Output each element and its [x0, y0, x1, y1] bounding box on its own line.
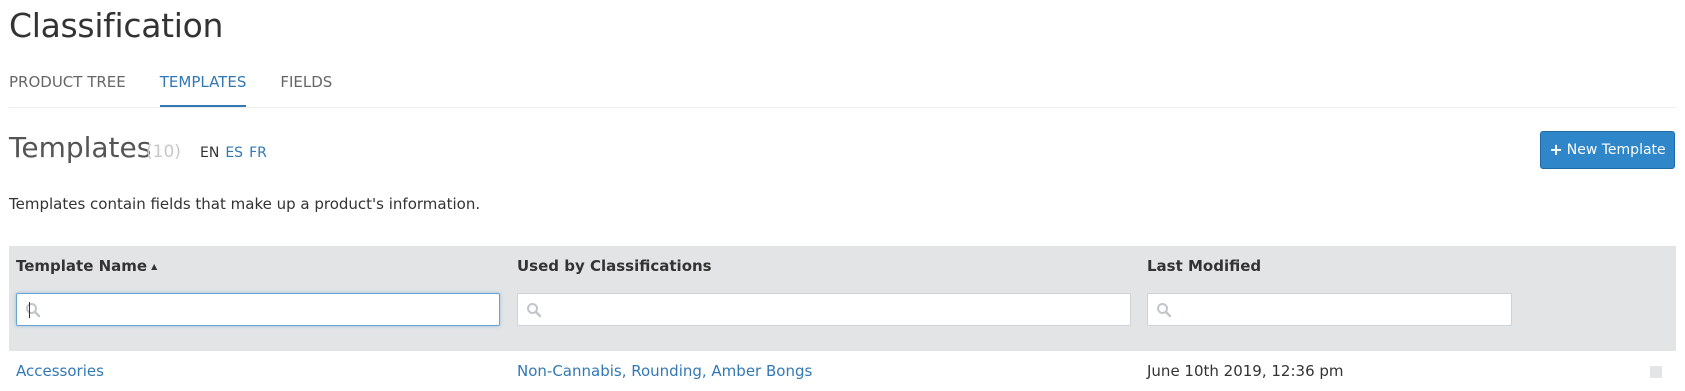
tab-fields[interactable]: FIELDS	[280, 70, 332, 108]
plus-icon: +	[1549, 140, 1563, 159]
filter-last-modified-input[interactable]	[1176, 294, 1507, 325]
new-template-button[interactable]: + New Template	[1540, 131, 1675, 169]
classifications-link[interactable]: Non-Cannabis, Rounding, Amber Bongs	[517, 362, 812, 380]
search-icon	[26, 303, 41, 318]
tab-templates[interactable]: TEMPLATES	[159, 70, 246, 108]
language-link-es[interactable]: ES	[225, 145, 243, 161]
table-row: Accessories Non-Cannabis, Rounding, Ambe…	[9, 352, 1676, 391]
template-count: (10)	[146, 142, 181, 162]
tab-product-tree[interactable]: PRODUCT TREE	[9, 70, 126, 108]
column-header-last-modified[interactable]: Last Modified	[1147, 257, 1261, 275]
template-name-link[interactable]: Accessories	[16, 362, 104, 380]
filter-used-by-classifications[interactable]	[517, 293, 1131, 326]
search-icon	[527, 303, 542, 318]
filter-template-name[interactable]	[16, 293, 500, 326]
section-description: Templates contain fields that make up a …	[9, 195, 481, 213]
column-header-used-by-classifications[interactable]: Used by Classifications	[517, 257, 712, 275]
tabs-divider	[9, 107, 1676, 108]
table-header: Template Name ▲ Used by Classifications L…	[9, 246, 1676, 351]
filter-template-name-input[interactable]	[45, 294, 495, 325]
language-link-fr[interactable]: FR	[249, 145, 267, 161]
new-template-label: New Template	[1566, 142, 1666, 158]
sort-ascending-icon: ▲	[151, 262, 158, 271]
column-header-template-name[interactable]: Template Name ▲	[16, 257, 157, 275]
language-switcher: EN ES FR	[200, 145, 273, 161]
filter-used-by-classifications-input[interactable]	[546, 294, 1126, 325]
column-label: Template Name	[16, 257, 148, 275]
row-action-icon[interactable]	[1650, 366, 1662, 378]
filter-last-modified[interactable]	[1147, 293, 1512, 326]
page-title: Classification	[9, 6, 224, 45]
tab-bar: PRODUCT TREE TEMPLATES FIELDS	[9, 70, 366, 108]
last-modified-value: June 10th 2019, 12:36 pm	[1147, 362, 1344, 380]
section-title: Templates	[9, 131, 152, 164]
language-current: EN	[200, 145, 220, 161]
text-caret	[29, 302, 30, 318]
search-icon	[1157, 303, 1172, 318]
